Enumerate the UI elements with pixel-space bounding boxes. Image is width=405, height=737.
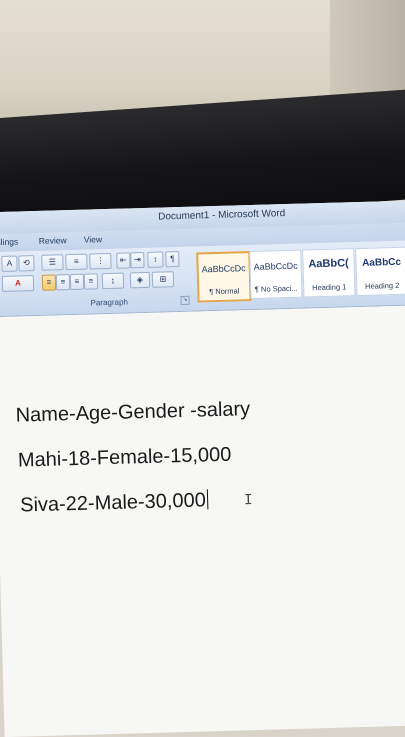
ribbon: A ⟲ A ☰ ≡ ⋮ ⇤ ⇥ ↕ ¶ ≡ ≡ ≡ ≡ ↨ ◈ ⊞ Paragr… [0, 240, 405, 318]
paragraph-dialog-launcher[interactable]: ↘ [180, 295, 190, 305]
align-left-icon[interactable]: ≡ [41, 274, 57, 291]
ibeam-cursor-icon: I [243, 492, 253, 509]
align-right-icon[interactable]: ≡ [69, 273, 85, 291]
shading-icon[interactable]: ◈ [129, 271, 151, 289]
borders-icon[interactable]: ⊞ [151, 271, 175, 288]
document-line-text: Mahi-18-Female-15,000 [17, 443, 232, 472]
style-heading-1[interactable]: AaBbC( Heading 1 [302, 248, 356, 298]
style-no-spacing[interactable]: AaBbCcDc ¶ No Spaci... [249, 249, 303, 300]
document-line[interactable]: Siva-22-Male-30,000 [19, 489, 209, 517]
document-page[interactable]: Name-Age-Gender -salary Mahi-18-Female-1… [0, 305, 405, 737]
style-label: Heading 1 [312, 282, 347, 293]
style-sample: AaBbCcDc [253, 260, 298, 272]
style-normal[interactable]: AaBbCcDc ¶ Normal [196, 251, 252, 303]
monitor-screen: Document1 - Microsoft Word ilings Review… [0, 200, 405, 737]
style-sample: AaBbCc [361, 256, 402, 269]
font-color-icon[interactable]: A [1, 275, 35, 292]
style-sample: AaBbC( [308, 257, 349, 271]
tab-review[interactable]: Review [39, 235, 67, 246]
justify-icon[interactable]: ≡ [83, 273, 99, 290]
style-sample: AaBbCcDc [201, 263, 246, 275]
sort-icon[interactable]: ↕ [147, 251, 164, 268]
align-center-icon[interactable]: ≡ [55, 274, 71, 291]
style-label: ¶ Normal [209, 286, 240, 297]
document-line[interactable]: Mahi-18-Female-15,000 [18, 444, 232, 473]
increase-indent-icon[interactable]: ⇥ [130, 251, 145, 269]
multilevel-list-icon[interactable]: ⋮ [89, 252, 112, 270]
text-caret [206, 489, 209, 510]
tab-mailings[interactable]: ilings [0, 237, 18, 248]
style-heading-2[interactable]: AaBbCc Heading 2 [355, 246, 405, 297]
numbering-icon[interactable]: ≡ [65, 253, 88, 271]
document-line-text: Name-Age-Gender -salary [15, 398, 251, 427]
bullets-icon[interactable]: ☰ [41, 254, 64, 271]
style-label: Heading 2 [364, 280, 400, 291]
show-formatting-icon[interactable]: ¶ [165, 251, 180, 268]
decrease-indent-icon[interactable]: ⇤ [116, 252, 131, 269]
paragraph-group-label: Paragraph [90, 297, 129, 308]
window-title: Document1 - Microsoft Word [158, 208, 286, 223]
line-spacing-icon[interactable]: ↨ [101, 272, 125, 290]
style-label: ¶ No Spaci... [254, 283, 298, 294]
tab-view[interactable]: View [84, 234, 103, 245]
grow-font-icon[interactable]: A [1, 255, 18, 272]
clear-format-icon[interactable]: ⟲ [18, 255, 35, 272]
document-line[interactable]: Name-Age-Gender -salary [15, 398, 250, 428]
document-line-text: Siva-22-Male-30,000 [19, 489, 207, 517]
